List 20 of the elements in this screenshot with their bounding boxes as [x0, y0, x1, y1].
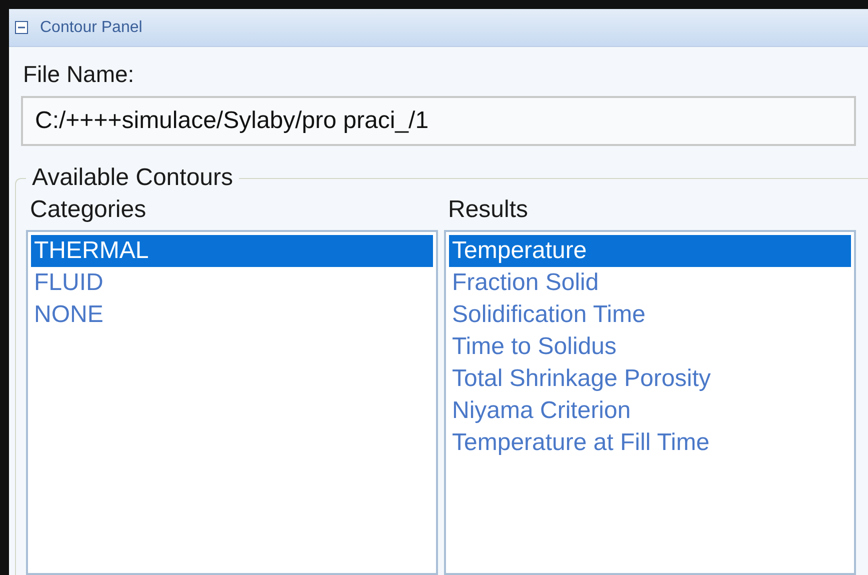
list-item[interactable]: Total Shrinkage Porosity [449, 363, 851, 395]
list-item[interactable]: FLUID [31, 267, 433, 299]
panel-title: Contour Panel [40, 18, 142, 36]
list-item[interactable]: Temperature at Fill Time [449, 427, 851, 459]
list-label: Results [447, 196, 528, 225]
list-item[interactable]: Solidification Time [449, 299, 851, 331]
list-item[interactable]: THERMAL [31, 235, 433, 267]
field-label: File Name: [22, 60, 134, 89]
list-box[interactable]: Temperature Fraction Solid Solidification Time Time to Solidus Total Shrinkage Porosity Niyama Criterion Temperature at Fill Time [444, 230, 856, 575]
collapse-icon[interactable] [15, 21, 28, 34]
list-item[interactable]: NONE [31, 299, 433, 331]
list-label: Categories [29, 196, 146, 225]
list-item[interactable]: Temperature [449, 235, 851, 267]
file-name-field[interactable]: C:/++++simulace/Sylaby/pro praci_/1 [21, 96, 856, 146]
list-item[interactable]: Fraction Solid [449, 267, 851, 299]
group-title: Available Contours [31, 164, 234, 192]
list-item[interactable]: Time to Solidus [449, 331, 851, 363]
list-box[interactable]: THERMAL FLUID NONE [26, 230, 438, 575]
list-item[interactable]: Niyama Criterion [449, 395, 851, 427]
panel-header[interactable]: Contour Panel [9, 9, 868, 47]
